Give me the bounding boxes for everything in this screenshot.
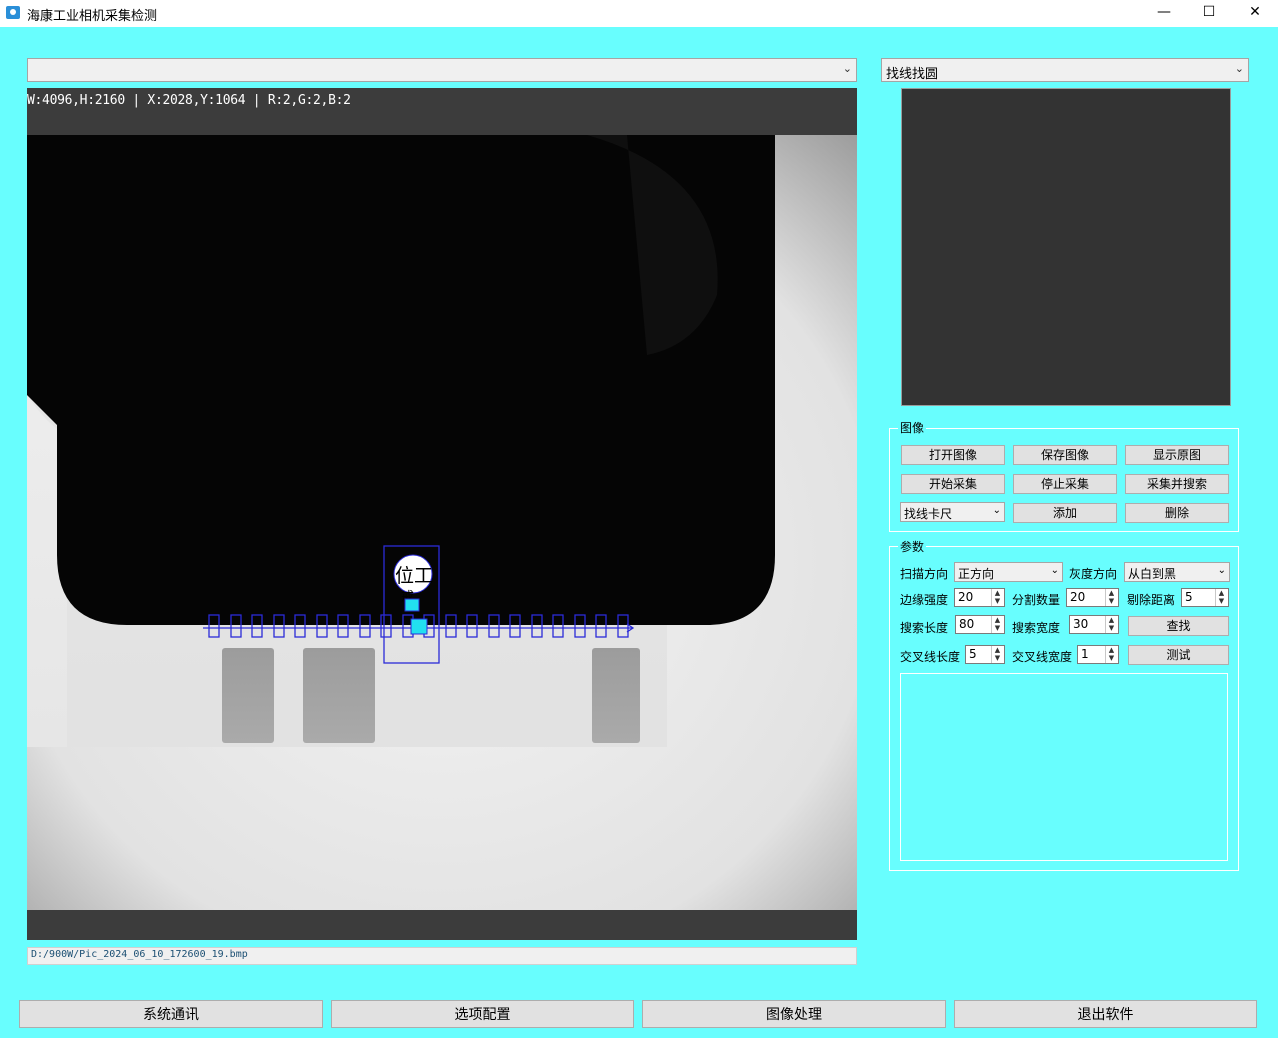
gray-direction-value: 从白到黑 <box>1128 567 1177 581</box>
maximize-button[interactable]: ☐ <box>1186 0 1232 27</box>
delete-button[interactable]: 删除 <box>1125 503 1229 523</box>
spin-arrows-icon[interactable]: ▲ ▼ <box>1105 646 1117 663</box>
search-width-label: 搜索宽度 <box>1012 621 1061 635</box>
cross-width-spinbox[interactable]: 1 ▲ ▼ <box>1077 645 1119 664</box>
split-count-spinbox[interactable]: 20 ▲ ▼ <box>1066 588 1119 607</box>
chevron-down-icon: ⌄ <box>1050 565 1059 576</box>
split-count-value: 20 <box>1070 590 1086 604</box>
scan-direction-label: 扫描方向 <box>900 567 949 581</box>
camera-image[interactable]: 位工 戒 <box>27 135 857 910</box>
image-group-title: 图像 <box>898 419 927 436</box>
search-length-value: 80 <box>959 617 975 631</box>
reject-distance-value: 5 <box>1185 590 1193 604</box>
start-capture-button[interactable]: 开始采集 <box>901 474 1005 494</box>
spin-arrows-icon[interactable]: ▲ ▼ <box>1105 589 1117 606</box>
option-config-button[interactable]: 选项配置 <box>331 1000 634 1028</box>
window-title: 海康工业相机采集检测 <box>27 9 158 24</box>
add-button[interactable]: 添加 <box>1013 503 1117 523</box>
edge-strength-label: 边缘强度 <box>900 593 949 607</box>
minimize-button[interactable]: — <box>1141 0 1187 27</box>
params-group-title: 参数 <box>898 538 927 555</box>
spin-arrows-icon[interactable]: ▲ ▼ <box>991 589 1003 606</box>
result-text-area[interactable] <box>900 673 1228 861</box>
tool-select[interactable]: 找线找圆 ⌄ <box>881 58 1249 82</box>
image-processing-button[interactable]: 图像处理 <box>642 1000 946 1028</box>
camera-select[interactable]: ⌄ <box>27 58 857 82</box>
capture-search-button[interactable]: 采集并搜索 <box>1125 474 1229 494</box>
cross-length-label: 交叉线长度 <box>900 650 961 664</box>
reject-distance-spinbox[interactable]: 5 ▲ ▼ <box>1181 588 1229 607</box>
find-button[interactable]: 查找 <box>1128 616 1229 636</box>
spin-arrows-icon[interactable]: ▲ ▼ <box>991 646 1003 663</box>
edge-strength-value: 20 <box>958 590 974 604</box>
file-path-bar: D:/900W/Pic_2024_06_10_172600_19.bmp <box>27 947 857 965</box>
search-length-spinbox[interactable]: 80 ▲ ▼ <box>955 615 1005 634</box>
spin-arrows-icon[interactable]: ▲ ▼ <box>1105 616 1117 633</box>
search-width-value: 30 <box>1073 617 1089 631</box>
tool-select-value: 找线找圆 <box>886 67 939 82</box>
tool-type-value: 找线卡尺 <box>904 507 953 521</box>
gray-direction-select[interactable]: 从白到黑 ⌄ <box>1124 562 1230 582</box>
system-comm-button[interactable]: 系统通讯 <box>19 1000 323 1028</box>
search-width-spinbox[interactable]: 30 ▲ ▼ <box>1069 615 1119 634</box>
close-button[interactable]: ✕ <box>1232 0 1278 27</box>
split-count-label: 分割数量 <box>1012 593 1061 607</box>
title-bar: 海康工业相机采集检测 — ☐ ✕ <box>0 0 1278 27</box>
open-image-button[interactable]: 打开图像 <box>901 445 1005 465</box>
pixel-info-readout: W:4096,H:2160 | X:2028,Y:1064 | R:2,G:2,… <box>27 93 351 108</box>
chevron-down-icon: ⌄ <box>1234 62 1244 75</box>
stop-capture-button[interactable]: 停止采集 <box>1013 474 1117 494</box>
exit-software-button[interactable]: 退出软件 <box>954 1000 1257 1028</box>
test-button[interactable]: 测试 <box>1128 645 1229 665</box>
gray-direction-label: 灰度方向 <box>1069 567 1118 581</box>
tool-type-select[interactable]: 找线卡尺 ⌄ <box>900 502 1005 522</box>
camera-icon <box>6 6 20 19</box>
overlay-label: 位工 <box>395 565 433 587</box>
chevron-down-icon: ⌄ <box>842 62 852 75</box>
cross-length-spinbox[interactable]: 5 ▲ ▼ <box>965 645 1005 664</box>
image-viewer[interactable]: W:4096,H:2160 | X:2028,Y:1064 | R:2,G:2,… <box>27 88 857 940</box>
cross-width-label: 交叉线宽度 <box>1012 650 1073 664</box>
chevron-down-icon: ⌄ <box>992 505 1001 516</box>
scan-direction-value: 正方向 <box>958 567 995 581</box>
preview-image <box>901 88 1231 406</box>
spin-arrows-icon[interactable]: ▲ ▼ <box>991 616 1003 633</box>
scan-direction-select[interactable]: 正方向 ⌄ <box>954 562 1063 582</box>
save-image-button[interactable]: 保存图像 <box>1013 445 1117 465</box>
file-path-text: D:/900W/Pic_2024_06_10_172600_19.bmp <box>31 949 248 960</box>
search-length-label: 搜索长度 <box>900 621 949 635</box>
cross-length-value: 5 <box>969 647 977 661</box>
show-original-button[interactable]: 显示原图 <box>1125 445 1229 465</box>
edge-strength-spinbox[interactable]: 20 ▲ ▼ <box>954 588 1005 607</box>
cross-width-value: 1 <box>1081 647 1089 661</box>
reject-distance-label: 剔除距离 <box>1127 593 1176 607</box>
spin-arrows-icon[interactable]: ▲ ▼ <box>1215 589 1227 606</box>
chevron-down-icon: ⌄ <box>1217 565 1226 576</box>
